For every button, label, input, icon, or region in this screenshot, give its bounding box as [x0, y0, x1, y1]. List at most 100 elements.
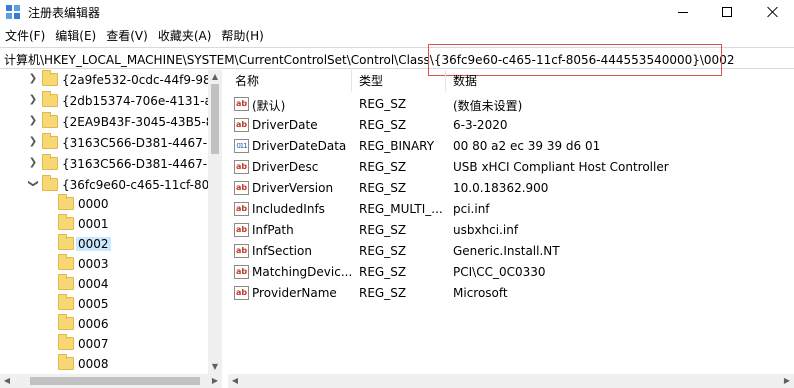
tree-child-0008[interactable]: 0008	[0, 354, 208, 374]
tree-child-0007[interactable]: 0007	[0, 334, 208, 354]
tree-item-label: {2db15374-706e-4131-a(	[62, 94, 217, 108]
tree-horizontal-scrollbar[interactable]: ◀ ▶	[0, 374, 222, 388]
value-row[interactable]: ab MatchingDevic... REG_SZ PCI\CC_0C0330	[228, 262, 794, 283]
window-title: 注册表编辑器	[28, 6, 101, 20]
scroll-left-icon[interactable]: ◀	[228, 374, 242, 388]
value-row[interactable]: ab DriverDate REG_SZ 6-3-2020	[228, 115, 794, 136]
scroll-thumb[interactable]	[30, 377, 200, 385]
scroll-up-icon[interactable]: ▲	[208, 70, 222, 84]
value-data: 10.0.18362.900	[453, 181, 549, 195]
tree-child-0004[interactable]: 0004	[0, 274, 208, 294]
value-row[interactable]: ab DriverDesc REG_SZ USB xHCI Compliant …	[228, 157, 794, 178]
column-header-type[interactable]: 类型	[352, 70, 446, 92]
value-type: REG_SZ	[359, 286, 407, 300]
value-type: REG_MULTI_...	[359, 202, 443, 216]
value-name: DriverDate	[252, 118, 318, 132]
value-row[interactable]: ab DriverVersion REG_SZ 10.0.18362.900	[228, 178, 794, 199]
scroll-right-icon[interactable]: ▶	[208, 374, 222, 388]
scroll-down-icon[interactable]: ▼	[208, 360, 222, 374]
string-value-icon: ab	[234, 244, 249, 258]
key-tree: ❯ {2a9fe532-0cdc-44f9-982 ❯ {2db15374-70…	[0, 70, 222, 374]
value-data: Microsoft	[453, 286, 508, 300]
chevron-right-icon[interactable]: ❯	[28, 157, 38, 168]
tree-vertical-scrollbar[interactable]: ▲ ▼	[208, 70, 222, 374]
value-row[interactable]: ab (默认) REG_SZ (数值未设置)	[228, 94, 794, 115]
column-header-data[interactable]: 数据	[446, 70, 794, 92]
tree-item-label: {3163C566-D381-4467-87	[62, 136, 222, 150]
value-type: REG_SZ	[359, 160, 407, 174]
binary-value-icon: 011	[234, 139, 249, 153]
chevron-right-icon[interactable]: ❯	[28, 73, 38, 84]
value-name: (默认)	[252, 99, 286, 113]
chevron-right-icon[interactable]: ❯	[28, 115, 38, 126]
close-button[interactable]	[750, 0, 794, 24]
value-name: DriverDesc	[252, 160, 319, 174]
value-data: (数值未设置)	[453, 99, 523, 113]
menu-help[interactable]: 帮助(H)	[216, 26, 268, 46]
menu-favorites[interactable]: 收藏夹(A)	[153, 26, 217, 46]
value-type: REG_SZ	[359, 244, 407, 258]
tree-item-label: 0003	[78, 257, 109, 271]
folder-icon	[58, 254, 74, 270]
tree-item[interactable]: ❯ {2a9fe532-0cdc-44f9-982	[0, 70, 218, 90]
folder-icon	[42, 175, 58, 191]
tree-child-0006[interactable]: 0006	[0, 314, 208, 334]
value-name: IncludedInfs	[252, 202, 325, 216]
value-data: 6-3-2020	[453, 118, 508, 132]
tree-item-label: {2a9fe532-0cdc-44f9-982	[62, 73, 219, 87]
scroll-left-icon[interactable]: ◀	[0, 374, 14, 388]
folder-icon	[58, 194, 74, 210]
string-value-icon: ab	[234, 181, 249, 195]
string-value-icon: ab	[234, 202, 249, 216]
menu-view[interactable]: 查看(V)	[101, 26, 153, 46]
string-value-icon: ab	[234, 286, 249, 300]
chevron-right-icon[interactable]: ❯	[28, 136, 38, 147]
tree-item[interactable]: ❯ {3163C566-D381-4467-87	[0, 133, 221, 153]
value-name: DriverVersion	[252, 181, 334, 195]
value-name: ProviderName	[252, 286, 337, 300]
value-row[interactable]: ab ProviderName REG_SZ Microsoft	[228, 283, 794, 304]
tree-item-label: 0000	[78, 197, 109, 211]
value-row[interactable]: ab InfPath REG_SZ usbxhci.inf	[228, 220, 794, 241]
value-type: REG_SZ	[359, 181, 407, 195]
value-name: MatchingDevic...	[252, 265, 353, 279]
value-type: REG_SZ	[359, 223, 407, 237]
tree-item-label: 0007	[78, 337, 109, 351]
chevron-right-icon[interactable]: ❯	[28, 94, 38, 105]
tree-item-expanded[interactable]: ❯ {36fc9e60-c465-11cf-805	[0, 175, 217, 195]
scroll-right-icon[interactable]: ▶	[780, 374, 794, 388]
maximize-icon	[722, 7, 732, 17]
tree-item-label: {2EA9B43F-3045-43B5-8(	[62, 115, 219, 129]
tree-item[interactable]: ❯ {2EA9B43F-3045-43B5-8(	[0, 112, 218, 132]
value-name: InfSection	[252, 244, 312, 258]
value-name: InfPath	[252, 223, 294, 237]
menu-bar: 文件(F) 编辑(E) 查看(V) 收藏夹(A) 帮助(H)	[0, 26, 269, 46]
tree-child-0005[interactable]: 0005	[0, 294, 208, 314]
value-row[interactable]: 011 DriverDateData REG_BINARY 00 80 a2 e…	[228, 136, 794, 157]
tree-child-0001[interactable]: 0001	[0, 214, 208, 234]
folder-icon	[42, 154, 58, 170]
tree-item-label: 0002	[76, 237, 111, 251]
values-list: 名称 类型 数据 ab (默认) REG_SZ (数值未设置) ab Drive…	[228, 70, 794, 374]
maximize-button[interactable]	[704, 0, 750, 24]
tree-child-0002[interactable]: 0002	[0, 234, 208, 254]
column-header-name[interactable]: 名称	[228, 70, 352, 92]
values-horizontal-scrollbar[interactable]: ◀ ▶	[228, 374, 794, 388]
folder-icon	[42, 133, 58, 149]
value-row[interactable]: ab IncludedInfs REG_MULTI_... pci.inf	[228, 199, 794, 220]
tree-item[interactable]: ❯ {3163C566-D381-4467-87	[0, 154, 221, 174]
chevron-down-icon[interactable]: ❯	[28, 179, 39, 189]
tree-item[interactable]: ❯ {2db15374-706e-4131-a(	[0, 91, 217, 111]
minimize-button[interactable]	[660, 0, 706, 24]
folder-icon	[58, 294, 74, 310]
tree-item-label: 0006	[78, 317, 109, 331]
value-row[interactable]: ab InfSection REG_SZ Generic.Install.NT	[228, 241, 794, 262]
menu-edit[interactable]: 编辑(E)	[50, 26, 101, 46]
scroll-thumb[interactable]	[211, 84, 219, 154]
value-type: REG_BINARY	[359, 139, 435, 153]
folder-open-icon	[58, 234, 74, 250]
tree-child-0000[interactable]: 0000	[0, 194, 208, 214]
value-data: usbxhci.inf	[453, 223, 519, 237]
tree-child-0003[interactable]: 0003	[0, 254, 208, 274]
menu-file[interactable]: 文件(F)	[0, 26, 50, 46]
